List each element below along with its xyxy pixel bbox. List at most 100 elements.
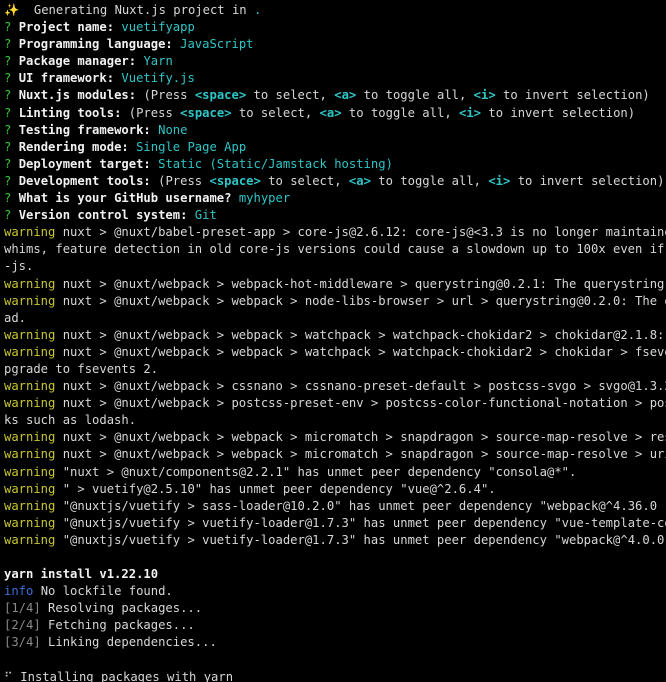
header-text: Generating Nuxt.js project in	[19, 3, 254, 17]
key-hint: <space>	[180, 105, 232, 120]
warning-label: warning	[4, 276, 56, 291]
question-mark-icon: ?	[4, 20, 12, 35]
prompt-testing-framework: ? Testing framework: None	[4, 122, 666, 139]
log-line: whims, feature detection in old core-js …	[4, 241, 666, 258]
warning-label: warning	[4, 344, 56, 359]
log-line: pgrade to fsevents 2.	[4, 361, 666, 378]
prompt-question: Package manager:	[18, 54, 137, 69]
prompt-answer: myhyper	[238, 191, 291, 206]
info-text: No lockfile found.	[33, 584, 173, 599]
prompt-development-tools: ? Development tools: (Press <space> to s…	[4, 173, 666, 190]
log-text: nuxt > @nuxt/webpack > postcss-preset-en…	[55, 396, 666, 411]
spinner-icon: ⠋	[4, 669, 13, 682]
warning-label: warning	[4, 447, 56, 462]
prompt-answer: None	[158, 122, 188, 137]
key-hint: <i>	[473, 88, 496, 103]
log-text: nuxt > @nuxt/webpack > webpack > watchpa…	[55, 327, 666, 342]
log-text: whims, feature detection in old core-js …	[4, 242, 666, 257]
log-line: warning " > vuetify@2.5.10" has unmet pe…	[4, 481, 666, 498]
prompt-nuxt-modules: ? Nuxt.js modules: (Press <space> to sel…	[4, 87, 666, 104]
yarn-step: [3/4] Linking dependencies...	[4, 634, 666, 651]
warning-label: warning	[4, 396, 56, 411]
log-text: "@nuxtjs/vuetify > sass-loader@10.2.0" h…	[55, 498, 666, 513]
prompt-linting-tools: ? Linting tools: (Press <space> to selec…	[4, 105, 666, 122]
log-line: warning "@nuxtjs/vuetify > sass-loader@1…	[4, 498, 666, 515]
yarn-title: yarn install v1.22.10	[4, 566, 666, 583]
prompt-rendering-mode: ? Rendering mode: Single Page App	[4, 139, 666, 156]
prompt-hint: (Press	[143, 88, 195, 103]
question-mark-icon: ?	[4, 173, 12, 188]
key-hint: <a>	[334, 88, 357, 103]
warning-label: warning	[4, 481, 56, 496]
step-counter: [3/4]	[4, 635, 41, 650]
key-hint: <a>	[348, 173, 371, 188]
log-text: ks such as lodash.	[4, 413, 137, 428]
question-mark-icon: ?	[4, 122, 12, 137]
prompt-question: Testing framework:	[18, 122, 151, 137]
warning-log: warning nuxt > @nuxt/babel-preset-app > …	[4, 224, 666, 549]
key-hint: <i>	[459, 105, 482, 120]
prompt-question: Nuxt.js modules:	[18, 88, 137, 103]
log-text: nuxt > @nuxt/webpack > webpack-hot-middl…	[55, 276, 666, 291]
question-mark-icon: ?	[4, 54, 12, 69]
prompt-hint: to toggle all,	[370, 173, 489, 188]
question-mark-icon: ?	[4, 139, 12, 154]
prompt-hint: to invert selection)	[481, 105, 636, 120]
warning-label: warning	[4, 225, 56, 240]
yarn-step: [2/4] Fetching packages...	[4, 617, 666, 634]
question-mark-icon: ?	[4, 88, 12, 103]
log-text: nuxt > @nuxt/babel-preset-app > core-js@…	[55, 225, 666, 240]
header-dot: .	[254, 3, 262, 17]
log-text: nuxt > @nuxt/webpack > webpack > microma…	[55, 430, 666, 445]
prompt-answer: Static (Static/Jamstack hosting)	[158, 156, 393, 171]
prompt-question: What is your GitHub username?	[18, 191, 232, 206]
step-text: Linking dependencies...	[40, 635, 217, 650]
warning-label: warning	[4, 430, 56, 445]
question-mark-icon: ?	[4, 105, 12, 120]
prompt-question: Rendering mode:	[18, 139, 129, 154]
question-mark-icon: ?	[4, 191, 12, 206]
yarn-info-line: info No lockfile found.	[4, 583, 666, 600]
warning-label: warning	[4, 327, 56, 342]
log-text: "@nuxtjs/vuetify > vuetify-loader@1.7.3"…	[55, 532, 666, 547]
prompt-hint: (Press	[128, 105, 181, 120]
log-line: warning "nuxt > @nuxt/components@2.2.1" …	[4, 464, 666, 481]
key-hint: <a>	[319, 105, 342, 120]
log-text: "nuxt > @nuxt/components@2.2.1" has unme…	[55, 464, 577, 479]
log-line: warning nuxt > @nuxt/webpack > cssnano >…	[4, 378, 666, 395]
step-text: Fetching packages...	[40, 618, 195, 633]
step-counter: [2/4]	[4, 618, 41, 633]
log-line: warning nuxt > @nuxt/webpack > webpack-h…	[4, 276, 666, 293]
info-label: info	[4, 584, 34, 599]
prompt-package-manager: ? Package manager: Yarn	[4, 53, 666, 70]
log-text: nuxt > @nuxt/webpack > cssnano > cssnano…	[55, 379, 666, 394]
question-mark-icon: ?	[4, 156, 12, 171]
log-line: warning nuxt > @nuxt/babel-preset-app > …	[4, 224, 666, 241]
question-mark-icon: ?	[4, 71, 12, 86]
prompt-project-name: ? Project name: vuetifyapp	[4, 19, 666, 36]
prompt-answer: Single Page App	[136, 139, 247, 154]
log-line: warning nuxt > @nuxt/webpack > webpack >…	[4, 446, 666, 463]
prompt-question: Programming language:	[18, 37, 173, 52]
key-hint: <i>	[488, 173, 511, 188]
log-line: warning nuxt > @nuxt/webpack > postcss-p…	[4, 395, 666, 412]
prompt-hint: to select,	[231, 105, 320, 120]
prompt-version-control: ? Version control system: Git	[4, 207, 666, 224]
log-line: warning nuxt > @nuxt/webpack > webpack >…	[4, 429, 666, 446]
question-mark-icon: ?	[4, 37, 12, 52]
prompt-hint: to toggle all,	[356, 88, 474, 103]
prompt-answer: Yarn	[143, 54, 173, 69]
log-line: -js.	[4, 258, 666, 275]
prompt-ui-framework: ? UI framework: Vuetify.js	[4, 70, 666, 87]
prompt-answer: vuetifyapp	[121, 20, 195, 35]
key-hint: <space>	[194, 88, 247, 103]
log-text: nuxt > @nuxt/webpack > webpack > node-li…	[55, 293, 666, 308]
log-text: nuxt > @nuxt/webpack > webpack > microma…	[55, 447, 666, 462]
terminal-window[interactable]: ✨ Generating Nuxt.js project in . ? Proj…	[0, 0, 666, 682]
yarn-step: [1/4] Resolving packages...	[4, 600, 666, 617]
log-text: " > vuetify@2.5.10" has unmet peer depen…	[55, 481, 496, 496]
log-line: warning "@nuxtjs/vuetify > vuetify-loade…	[4, 515, 666, 532]
prompt-github-username: ? What is your GitHub username? myhyper	[4, 190, 666, 207]
log-text: ad.	[4, 310, 27, 325]
